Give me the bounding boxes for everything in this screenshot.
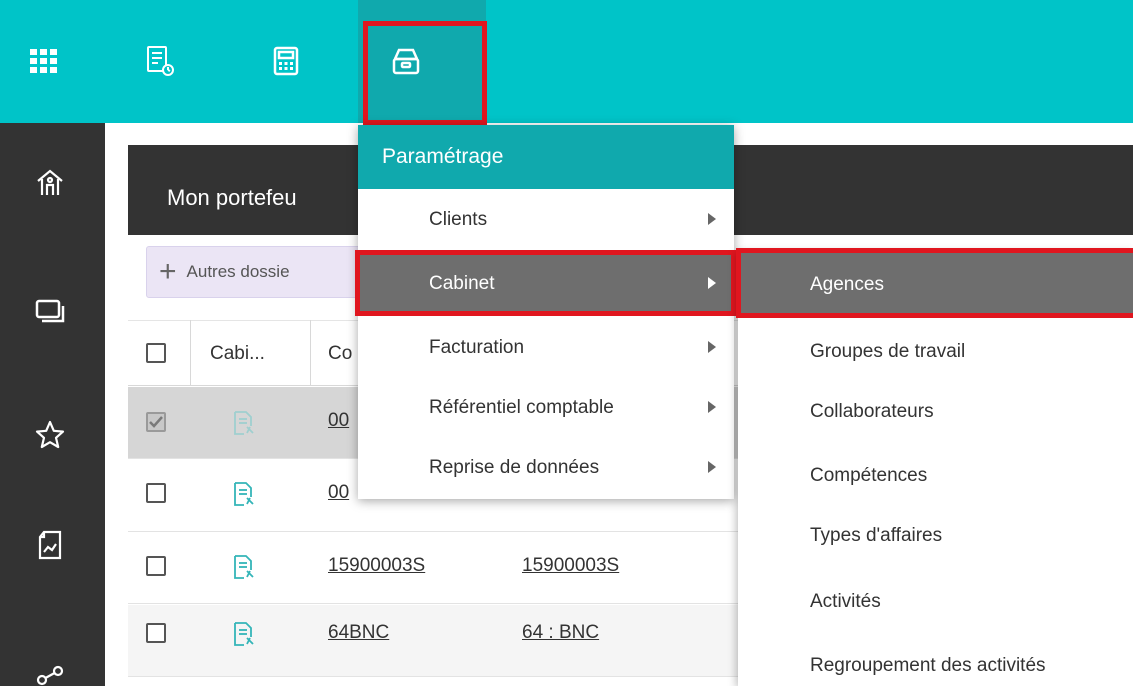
row-code-link[interactable]: 00	[328, 482, 349, 504]
column-separator[interactable]	[310, 320, 311, 386]
menu-item-label: Facturation	[429, 337, 525, 358]
menu-item-clients[interactable]: Clients	[358, 189, 734, 251]
document-icon[interactable]	[232, 621, 256, 647]
chart-document-icon[interactable]	[30, 525, 70, 565]
chevron-right-icon	[708, 341, 716, 353]
chevron-right-icon	[708, 277, 716, 289]
row-code-link[interactable]: 64BNC	[328, 622, 389, 644]
apps-grid-icon[interactable]	[28, 45, 60, 77]
chevron-right-icon	[708, 401, 716, 413]
plus-icon: +	[159, 255, 177, 288]
row-checkbox[interactable]	[146, 412, 166, 432]
menu-item-label: Référentiel comptable	[429, 397, 614, 418]
menu-item-label: Cabinet	[429, 273, 495, 294]
document-icon[interactable]	[232, 481, 256, 507]
submenu-item-types-affaires[interactable]: Types d'affaires	[738, 506, 1133, 566]
column-separator	[190, 320, 191, 386]
submenu-item-activites[interactable]: Activités	[738, 572, 1133, 632]
home-icon[interactable]	[30, 163, 70, 203]
submenu-item-regroupement[interactable]: Regroupement des activités	[738, 636, 1133, 686]
row-label-link[interactable]: 15900003S	[522, 555, 619, 577]
left-sidebar	[0, 123, 105, 686]
column-header-code[interactable]: Co	[328, 343, 352, 365]
calculator-icon[interactable]	[270, 45, 302, 77]
cabinet-submenu: Agences Groupes de travail Collaborateur…	[738, 250, 1133, 686]
row-code-link[interactable]: 15900003S	[328, 555, 425, 577]
other-folders-label: Autres dossie	[186, 262, 290, 281]
menu-item-referentiel[interactable]: Référentiel comptable	[358, 377, 734, 439]
star-icon[interactable]	[30, 415, 70, 455]
top-active-tab-background	[358, 0, 486, 123]
chevron-right-icon	[708, 213, 716, 225]
share-icon[interactable]	[30, 660, 70, 686]
windows-icon[interactable]	[30, 290, 70, 330]
menu-item-cabinet[interactable]: Cabinet	[358, 253, 734, 315]
check-icon	[149, 416, 163, 428]
row-checkbox[interactable]	[146, 556, 166, 576]
report-list-icon[interactable]	[144, 45, 176, 77]
menu-header: Paramétrage	[358, 125, 734, 189]
submenu-item-groupes[interactable]: Groupes de travail	[738, 322, 1133, 382]
menu-item-reprise[interactable]: Reprise de données	[358, 437, 734, 499]
submenu-item-collaborateurs[interactable]: Collaborateurs	[738, 382, 1133, 442]
select-all-checkbox[interactable]	[146, 343, 166, 363]
document-icon[interactable]	[232, 410, 256, 436]
menu-item-label: Clients	[429, 209, 488, 230]
menu-item-facturation[interactable]: Facturation	[358, 317, 734, 379]
menu-item-label: Reprise de données	[429, 457, 600, 478]
row-label-link[interactable]: 64 : BNC	[522, 622, 599, 644]
submenu-item-competences[interactable]: Compétences	[738, 446, 1133, 506]
column-header-cabinet[interactable]: Cabi...	[210, 343, 265, 365]
document-icon[interactable]	[232, 554, 256, 580]
row-checkbox[interactable]	[146, 623, 166, 643]
settings-menu: Paramétrage Clients Cabinet Facturation …	[358, 125, 734, 499]
portfolio-title: Mon portefeu	[167, 185, 297, 210]
submenu-item-agences[interactable]: Agences	[738, 252, 1133, 318]
archive-tray-icon[interactable]	[390, 45, 422, 77]
row-code-link[interactable]: 00	[328, 410, 349, 432]
chevron-right-icon	[708, 461, 716, 473]
row-checkbox[interactable]	[146, 483, 166, 503]
